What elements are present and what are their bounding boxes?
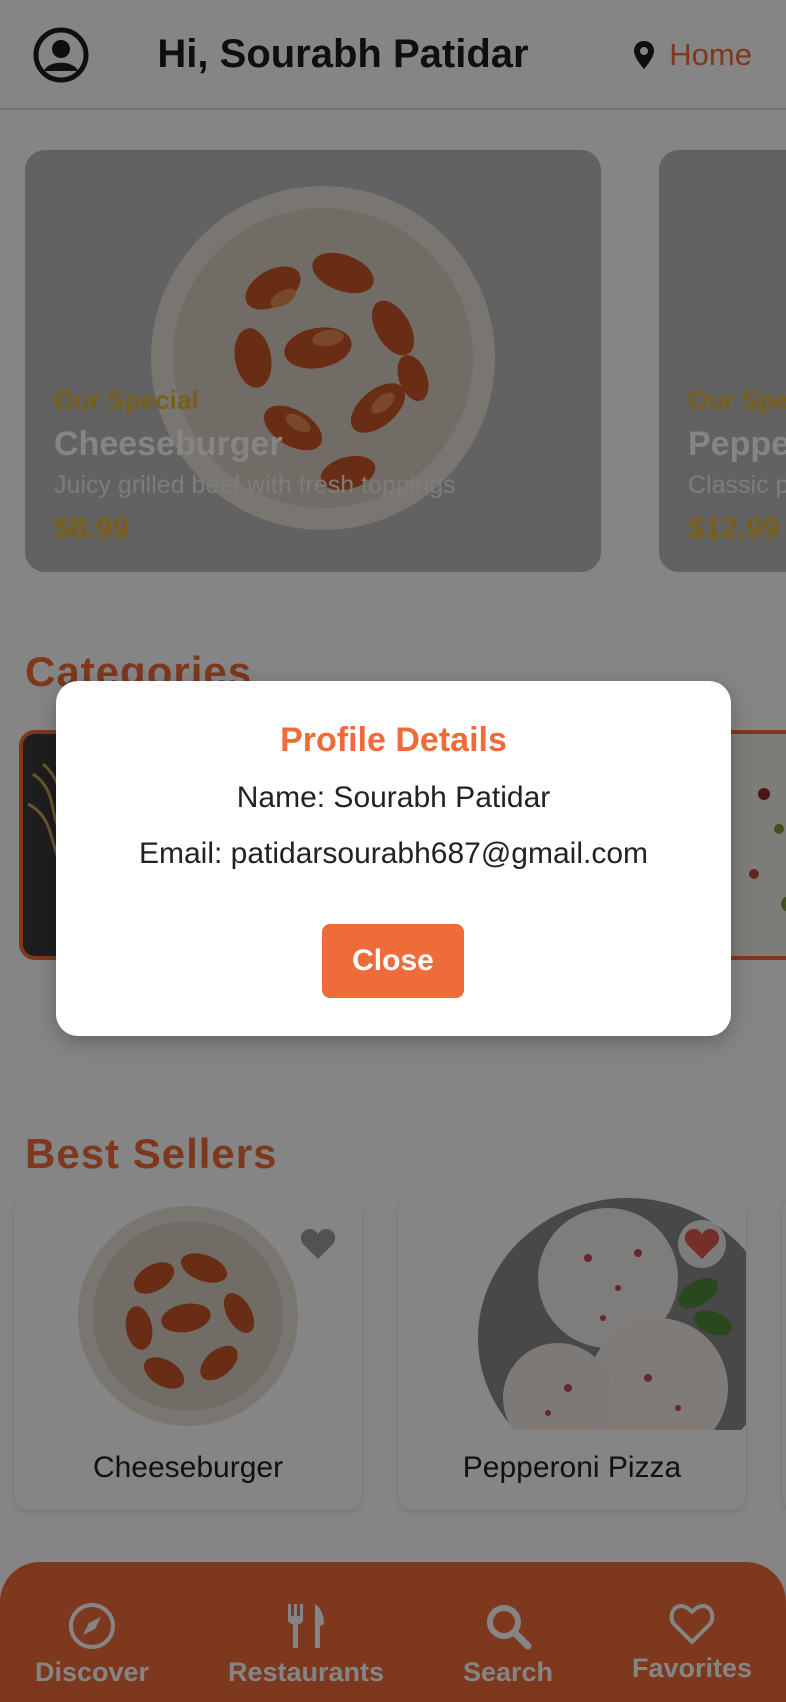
close-button[interactable]: Close: [322, 924, 464, 998]
profile-details-modal: Profile Details Name: Sourabh Patidar Em…: [56, 681, 731, 1036]
profile-name: Name: Sourabh Patidar: [236, 781, 551, 814]
profile-email: Email: patidarsourabh687@gmail.com: [138, 837, 649, 870]
modal-title: Profile Details: [280, 721, 507, 759]
